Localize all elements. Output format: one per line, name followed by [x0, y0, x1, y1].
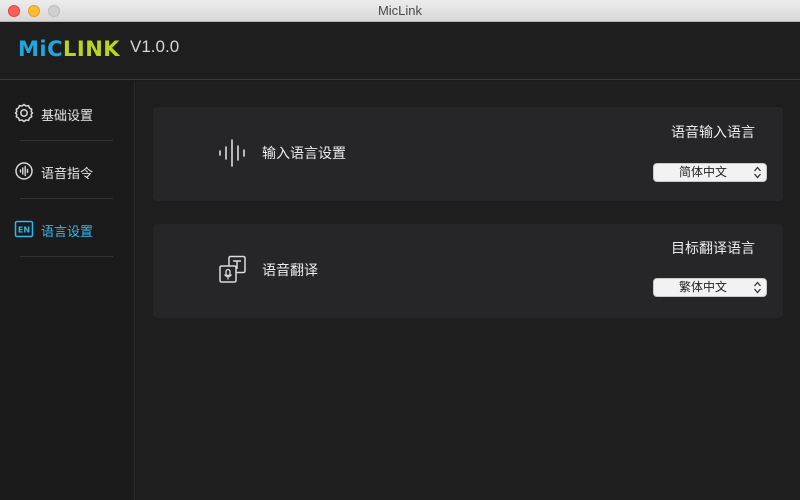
voice-input-language-select[interactable]: 简体中文: [653, 163, 767, 182]
select-value: 繁体中文: [678, 280, 727, 294]
app-header: MiCLINK V1.0.0: [0, 22, 800, 80]
en-language-icon: EN: [14, 220, 34, 238]
sidebar-item-label: 语言设置: [41, 225, 94, 240]
target-translation-language-select[interactable]: 繁体中文: [653, 278, 767, 297]
app-logo: MiCLINK: [18, 37, 120, 61]
translation-card: 语音翻译 目标翻译语言 繁体中文: [153, 224, 783, 318]
select-value: 简体中文: [678, 165, 727, 179]
app-version: V1.0.0: [130, 37, 180, 56]
input-language-card: 输入语言设置 语音输入语言 简体中文: [153, 107, 783, 201]
sidebar-item-label: 语音指令: [41, 167, 94, 182]
sidebar: 基础设置 语音指令 EN 语言设置: [0, 81, 135, 500]
translate-icon: [219, 255, 246, 283]
window-titlebar: MicLink: [0, 0, 800, 22]
sidebar-item-voice-commands[interactable]: 语音指令: [0, 141, 135, 199]
svg-text:EN: EN: [18, 226, 30, 235]
updown-arrows-icon: [754, 166, 761, 179]
updown-arrows-icon: [754, 281, 761, 294]
voice-command-icon: [15, 162, 33, 180]
logo-mic-text: MiC: [18, 37, 64, 61]
target-translation-language-label: 目标翻译语言: [671, 241, 755, 257]
sidebar-item-language-settings[interactable]: EN 语言设置: [0, 199, 135, 257]
sidebar-item-basic-settings[interactable]: 基础设置: [0, 83, 135, 141]
sidebar-item-label: 基础设置: [41, 109, 94, 124]
card-title: 输入语言设置: [262, 146, 346, 162]
gear-icon: [14, 103, 34, 123]
waveform-icon: [219, 139, 245, 167]
logo-link-text: LINK: [63, 37, 121, 61]
card-title: 语音翻译: [262, 263, 318, 279]
voice-input-language-label: 语音输入语言: [671, 125, 755, 141]
main-content: 输入语言设置 语音输入语言 简体中文 语音翻译 目标翻译语言 繁体中文: [136, 81, 800, 500]
sidebar-divider: [20, 256, 113, 257]
window-title: MicLink: [377, 3, 423, 18]
